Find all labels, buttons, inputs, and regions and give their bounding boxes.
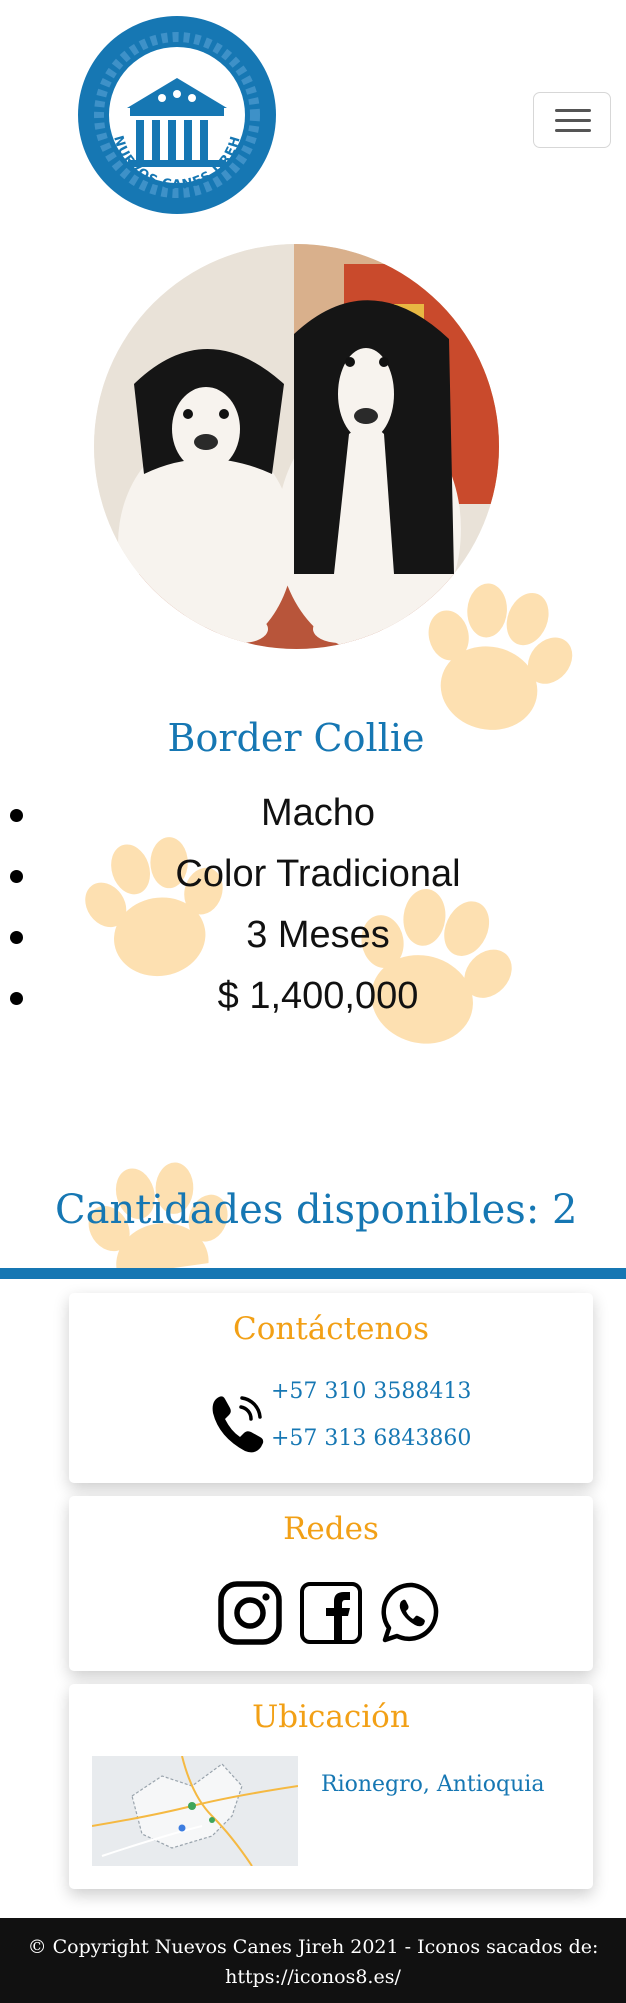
contact-title: Contáctenos: [233, 1311, 429, 1347]
bullet-icon: [10, 931, 23, 944]
bullet-icon: [10, 809, 23, 822]
whatsapp-icon[interactable]: [379, 1580, 445, 1646]
breed-title: Border Collie: [167, 716, 425, 760]
icon-credit-link[interactable]: https://iconos8.es/: [225, 1966, 401, 1988]
logo-emblem-icon: NUEVOS CANES JIREH: [79, 17, 275, 213]
detail-sex: Macho: [260, 792, 376, 834]
border-collie-puppies-photo: [94, 244, 499, 649]
hamburger-menu-button[interactable]: [533, 92, 611, 148]
map-thumbnail[interactable]: [92, 1756, 298, 1866]
list-item: Macho: [0, 783, 626, 844]
phone-link-1[interactable]: +57 310 3588413: [271, 1379, 471, 1404]
location-card: Ubicación Rionegro, Antioquia: [69, 1684, 593, 1889]
social-title: Redes: [283, 1511, 379, 1547]
bullet-icon: [10, 992, 23, 1005]
availability-text: Cantidades disponibles: 2: [55, 1187, 578, 1233]
instagram-icon[interactable]: [217, 1580, 283, 1646]
detail-age: 3 Meses: [246, 914, 390, 956]
phone-icon: [209, 1391, 267, 1455]
detail-color: Color Tradicional: [175, 853, 461, 895]
social-card: Redes: [69, 1496, 593, 1671]
list-item: 3 Meses: [0, 905, 626, 966]
menu-bar: [555, 119, 591, 122]
puppy-photo: [94, 244, 499, 649]
detail-price: $ 1,400,000: [217, 975, 419, 1017]
facebook-icon[interactable]: [298, 1580, 364, 1646]
copyright-text: © Copyright Nuevos Canes Jireh 2021 - Ic…: [27, 1936, 599, 1958]
list-item: $ 1,400,000: [0, 966, 626, 1027]
site-logo[interactable]: NUEVOS CANES JIREH: [78, 16, 276, 214]
footer: © Copyright Nuevos Canes Jireh 2021 - Ic…: [0, 1918, 626, 2003]
menu-bar: [555, 129, 591, 132]
location-text: Rionegro, Antioquia: [321, 1772, 545, 1797]
bullet-icon: [10, 870, 23, 883]
contact-card: Contáctenos +57 310 3588413 +57 313 6843…: [69, 1293, 593, 1483]
list-item: Color Tradicional: [0, 844, 626, 905]
product-details-list: Macho Color Tradicional 3 Meses $ 1,400,…: [0, 783, 626, 1027]
location-title: Ubicación: [252, 1699, 410, 1735]
section-divider: [0, 1268, 626, 1279]
menu-bar: [555, 109, 591, 112]
phone-link-2[interactable]: +57 313 6843860: [271, 1426, 471, 1451]
